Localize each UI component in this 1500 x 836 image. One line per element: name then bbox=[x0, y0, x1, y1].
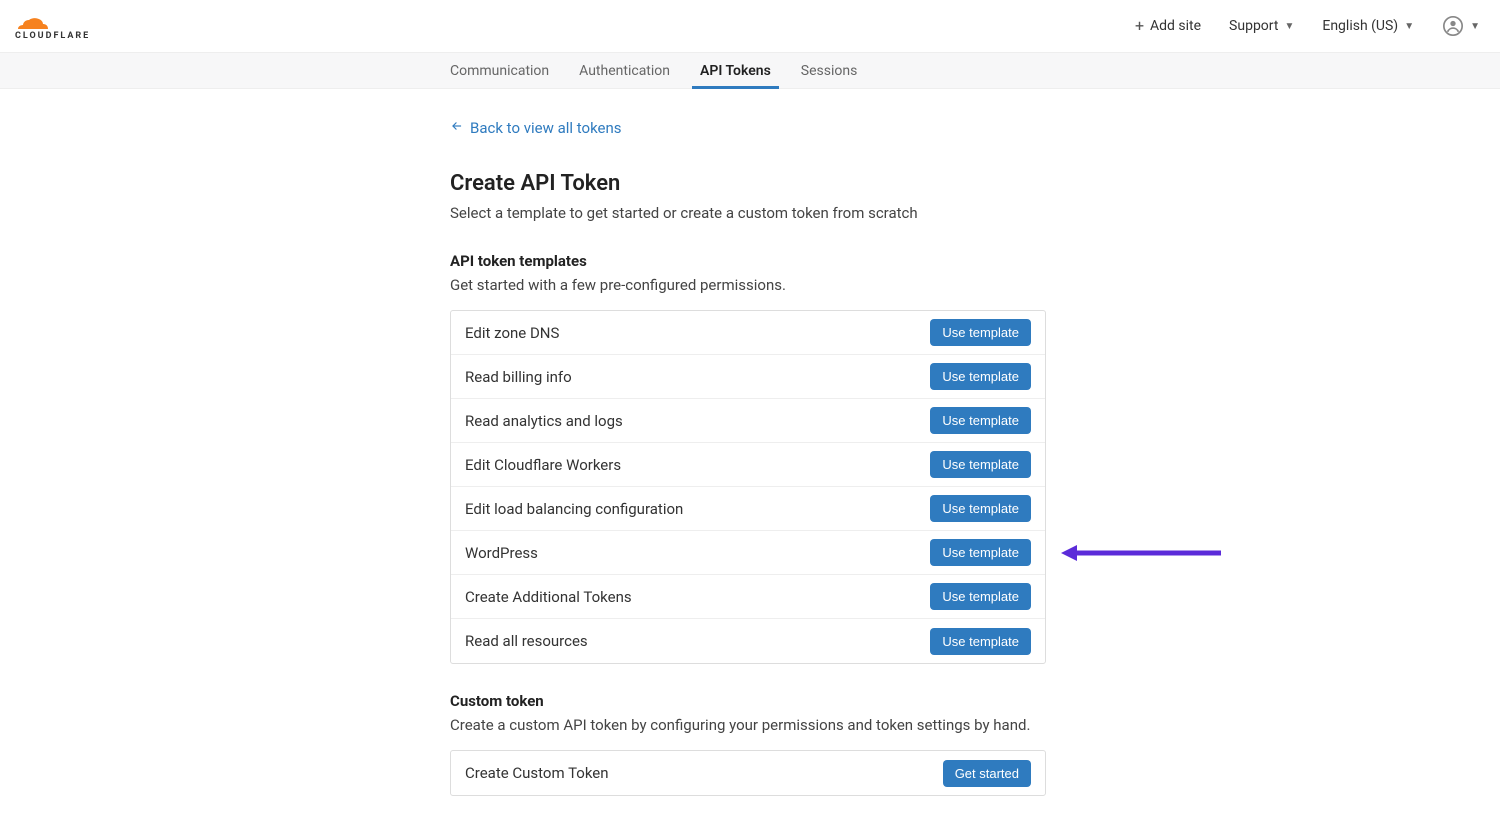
add-site-link[interactable]: + Add site bbox=[1135, 18, 1201, 34]
support-label: Support bbox=[1229, 18, 1278, 34]
arrow-left-icon bbox=[450, 119, 464, 137]
table-row: Read analytics and logs Use template bbox=[451, 399, 1045, 443]
custom-section: Custom token Create a custom API token b… bbox=[450, 692, 1350, 796]
back-link-label: Back to view all tokens bbox=[470, 119, 622, 137]
table-row: Create Custom Token Get started bbox=[451, 751, 1045, 795]
templates-sub: Get started with a few pre-configured pe… bbox=[450, 276, 1350, 294]
table-row: Edit load balancing configuration Use tem… bbox=[451, 487, 1045, 531]
page-content: Back to view all tokens Create API Token… bbox=[150, 89, 1350, 836]
avatar-icon bbox=[1442, 15, 1464, 37]
caret-down-icon: ▼ bbox=[1470, 21, 1480, 32]
table-row: Read all resources Use template bbox=[451, 619, 1045, 663]
use-template-button[interactable]: Use template bbox=[930, 407, 1031, 434]
subnav-item[interactable]: API Tokens bbox=[700, 55, 771, 87]
subnav-item[interactable]: Communication bbox=[450, 55, 549, 87]
use-template-button[interactable]: Use template bbox=[930, 583, 1031, 610]
support-menu[interactable]: Support ▼ bbox=[1229, 18, 1294, 34]
annotation-arrow-icon bbox=[1061, 543, 1221, 563]
cloud-icon: CLOUDFLARE bbox=[15, 8, 105, 44]
brand-text: CLOUDFLARE bbox=[15, 31, 90, 40]
use-template-button[interactable]: Use template bbox=[930, 363, 1031, 390]
topbar-right: + Add site Support ▼ English (US) ▼ ▼ bbox=[1135, 15, 1480, 37]
account-menu[interactable]: ▼ bbox=[1442, 15, 1480, 37]
template-row-label: Create Additional Tokens bbox=[465, 588, 632, 606]
brand-logo: CLOUDFLARE bbox=[15, 8, 105, 44]
template-row-label: Read all resources bbox=[465, 632, 588, 650]
template-row-label: Read analytics and logs bbox=[465, 412, 623, 430]
table-row: Edit zone DNS Use template bbox=[451, 311, 1045, 355]
subnav-item[interactable]: Authentication bbox=[579, 55, 670, 87]
caret-down-icon: ▼ bbox=[1404, 21, 1414, 32]
custom-row-label: Create Custom Token bbox=[465, 764, 609, 782]
use-template-button[interactable]: Use template bbox=[930, 451, 1031, 478]
plus-icon: + bbox=[1135, 18, 1144, 34]
template-row-label: Read billing info bbox=[465, 368, 572, 386]
back-link[interactable]: Back to view all tokens bbox=[450, 119, 622, 137]
templates-table: Edit zone DNSUse templateRead billing in… bbox=[450, 310, 1046, 664]
template-row-label: Edit zone DNS bbox=[465, 324, 559, 342]
table-row: WordPress Use template bbox=[451, 531, 1045, 575]
caret-down-icon: ▼ bbox=[1284, 21, 1294, 32]
table-row: Edit Cloudflare Workers Use template bbox=[451, 443, 1045, 487]
templates-heading: API token templates bbox=[450, 252, 1350, 270]
custom-sub: Create a custom API token by configuring… bbox=[450, 716, 1350, 734]
template-row-label: WordPress bbox=[465, 544, 538, 562]
add-site-label: Add site bbox=[1150, 18, 1201, 34]
use-template-button[interactable]: Use template bbox=[930, 495, 1031, 522]
template-row-label: Edit load balancing configuration bbox=[465, 500, 683, 518]
use-template-button[interactable]: Use template bbox=[930, 319, 1031, 346]
language-label: English (US) bbox=[1322, 18, 1398, 34]
get-started-button[interactable]: Get started bbox=[943, 760, 1031, 787]
use-template-button[interactable]: Use template bbox=[930, 539, 1031, 566]
topbar: CLOUDFLARE + Add site Support ▼ English … bbox=[0, 0, 1500, 53]
subnav: Communication Authentication API Tokens Ses… bbox=[0, 53, 1500, 89]
use-template-button[interactable]: Use template bbox=[930, 628, 1031, 655]
page-subtitle: Select a template to get started or crea… bbox=[450, 204, 1350, 222]
table-row: Read billing info Use template bbox=[451, 355, 1045, 399]
subnav-item[interactable]: Sessions bbox=[801, 55, 858, 87]
language-menu[interactable]: English (US) ▼ bbox=[1322, 18, 1414, 34]
custom-heading: Custom token bbox=[450, 692, 1350, 710]
table-row: Create Additional Tokens Use template bbox=[451, 575, 1045, 619]
page-title: Create API Token bbox=[450, 171, 1350, 196]
custom-table: Create Custom Token Get started bbox=[450, 750, 1046, 796]
template-row-label: Edit Cloudflare Workers bbox=[465, 456, 621, 474]
